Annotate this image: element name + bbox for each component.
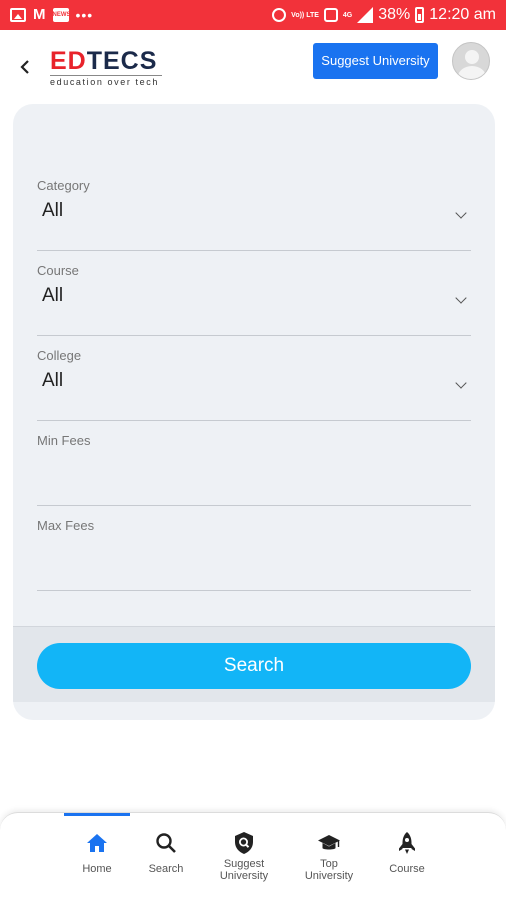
search-button[interactable]: Search	[37, 643, 471, 689]
avatar-head	[465, 50, 479, 64]
logo-tagline: education over tech	[50, 75, 162, 87]
logo-wordmark: EDTECS	[50, 47, 158, 75]
battery-icon	[415, 7, 425, 23]
back-button[interactable]	[14, 53, 38, 81]
active-tab-indicator	[64, 813, 130, 816]
nav-label-course: Course	[389, 863, 425, 875]
nav-label-home: Home	[82, 863, 112, 875]
nav-label-search: Search	[148, 863, 184, 875]
nav-label-suggest: Suggest University	[219, 858, 269, 882]
system-icons: Vo)) LTE 4G 38% 12:20 am	[272, 6, 496, 24]
edtecs-logo: EDTECS education over tech	[50, 47, 170, 89]
clock: 12:20 am	[429, 6, 496, 23]
lte-icon: 4G	[342, 11, 353, 19]
college-select[interactable]: College All	[37, 348, 471, 421]
min-fees-field[interactable]: Min Fees	[37, 433, 471, 506]
bottom-navigation: Home Search Suggest University Top Univers…	[0, 812, 506, 900]
max-fees-field[interactable]: Max Fees	[37, 518, 471, 591]
home-icon	[87, 834, 107, 852]
back-arrow-icon	[20, 60, 29, 74]
category-select[interactable]: Category All	[37, 178, 471, 251]
data-saver-icon	[323, 8, 338, 22]
nav-label-top-university: Top University	[304, 858, 354, 882]
category-value: All	[42, 200, 64, 221]
nav-item-home[interactable]: Home	[57, 831, 137, 891]
max-fees-label: Max Fees	[37, 518, 95, 533]
filter-card: Category All Course All College All Min …	[13, 104, 495, 720]
course-label: Course	[37, 263, 79, 278]
chevron-down-icon	[455, 207, 467, 219]
news-icon: NEWS	[52, 7, 71, 22]
suggest-university-button[interactable]: Suggest University	[313, 43, 438, 79]
chevron-down-icon	[455, 377, 467, 389]
min-fees-label: Min Fees	[37, 433, 91, 448]
nav-item-course[interactable]: Course	[367, 831, 447, 891]
alarm-icon	[272, 8, 287, 22]
college-value: All	[42, 370, 64, 391]
category-label: Category	[37, 178, 90, 193]
shield-search-icon	[235, 832, 253, 854]
chevron-down-icon	[455, 292, 467, 304]
gmail-icon: M	[33, 6, 46, 23]
course-value: All	[42, 285, 64, 306]
gallery-icon	[10, 7, 26, 22]
more-dots-icon: •••	[75, 6, 94, 23]
nav-item-search[interactable]: Search	[126, 831, 206, 891]
nav-item-top-university[interactable]: Top University	[289, 831, 369, 891]
avatar-body	[458, 66, 486, 79]
search-icon	[156, 833, 176, 853]
volte-icon: Vo)) LTE	[291, 11, 319, 19]
status-bar: M NEWS ••• Vo)) LTE 4G 38% 12:20 am	[0, 0, 506, 30]
course-select[interactable]: Course All	[37, 263, 471, 336]
avatar[interactable]	[452, 42, 490, 80]
graduation-cap-icon	[318, 835, 340, 850]
notification-icons: M NEWS •••	[10, 7, 93, 22]
rocket-icon	[399, 832, 415, 854]
battery-percent: 38%	[378, 6, 411, 23]
search-button-area: Search	[13, 626, 495, 702]
nav-item-suggest-university[interactable]: Suggest University	[204, 831, 284, 891]
college-label: College	[37, 348, 82, 363]
signal-icon	[357, 7, 374, 23]
